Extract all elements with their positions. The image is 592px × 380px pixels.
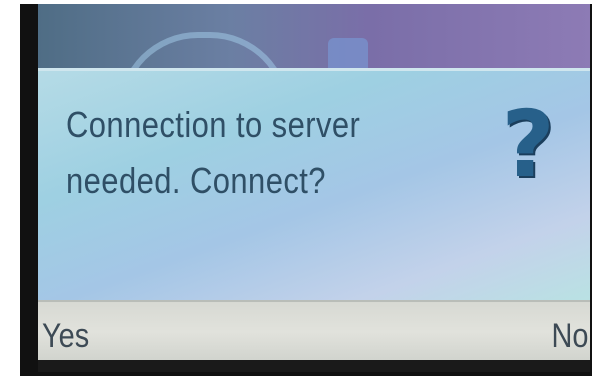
no-softkey[interactable]: No [551,316,588,356]
confirm-dialog: Connection to server needed. Connect? ? [38,68,590,303]
yes-softkey[interactable]: Yes [42,316,89,356]
dialog-message-line-1: Connection to server [66,104,361,145]
dialog-message: Connection to server needed. Connect? [66,97,427,209]
question-mark-icon: ? [501,91,555,198]
screen-bottom-edge [38,360,590,372]
wallpaper-logo-mark [328,38,368,68]
phone-screen: Connection to server needed. Connect? ? … [38,4,590,372]
wallpaper [38,4,590,118]
dialog-message-line-2: needed. Connect? [66,160,326,201]
softkey-bar: Yes No [38,300,590,362]
phone-bezel: Connection to server needed. Connect? ? … [20,4,592,376]
